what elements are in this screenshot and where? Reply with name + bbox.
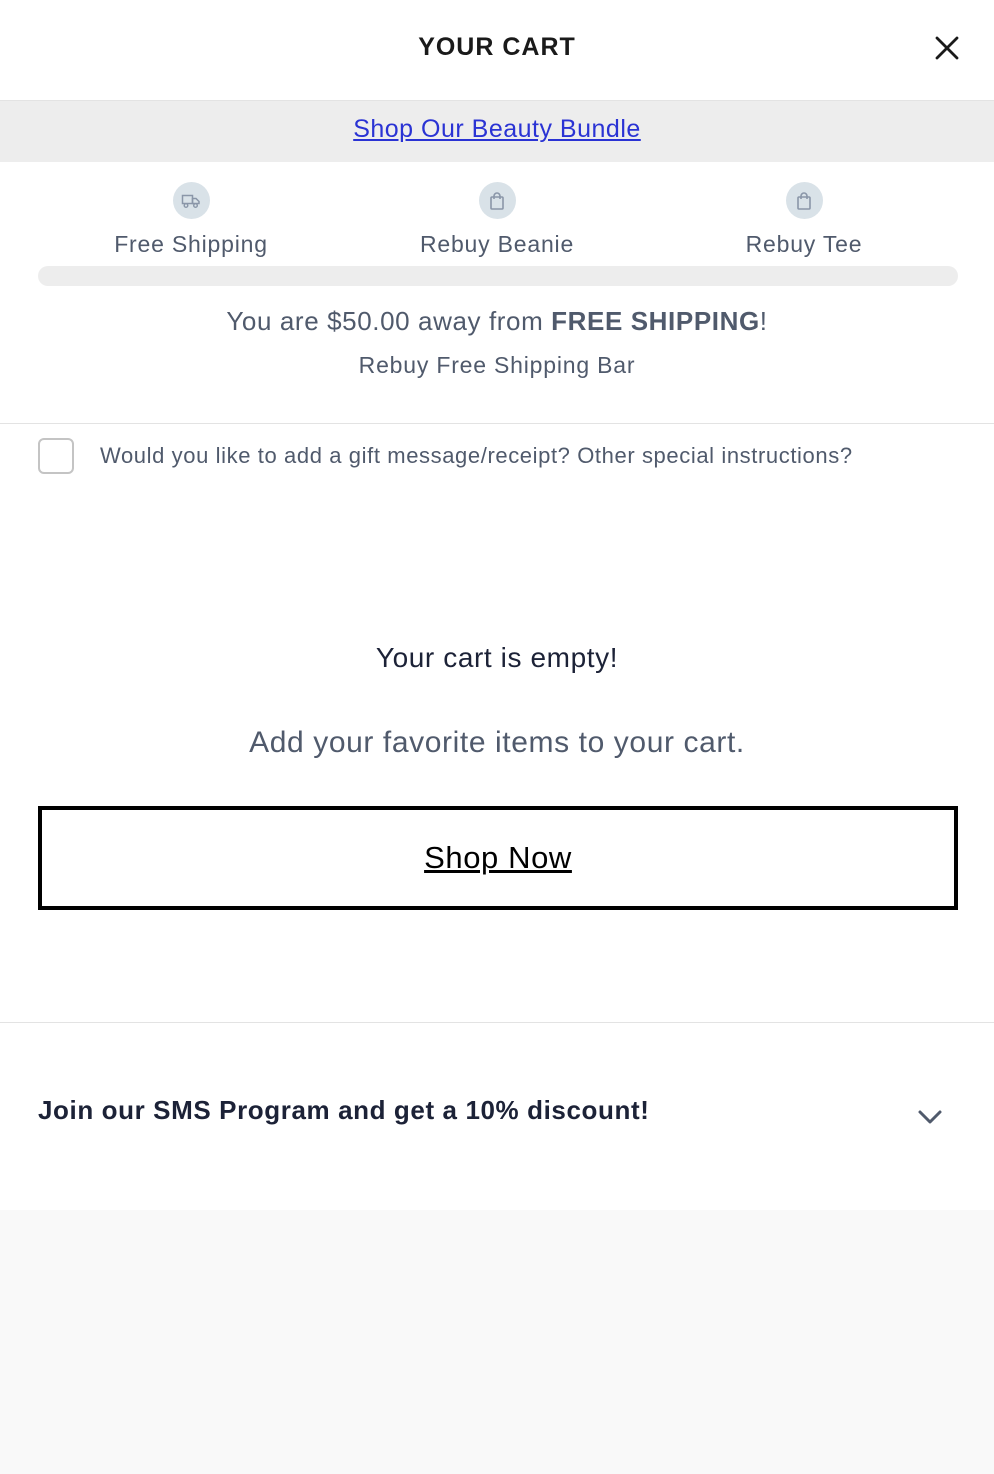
- free-shipping-message: You are $50.00 away from FREE SHIPPING!: [0, 306, 994, 337]
- shop-now-button[interactable]: Shop Now: [38, 806, 958, 910]
- shipping-progress-track: [38, 266, 958, 286]
- tier-rebuy-tee: Rebuy Tee: [674, 182, 934, 258]
- message-suffix: !: [759, 306, 768, 336]
- gift-message-option[interactable]: Would you like to add a gift message/rec…: [38, 438, 853, 474]
- shopping-bag-icon: [785, 182, 823, 219]
- shopping-bag-icon: [478, 182, 516, 219]
- shop-now-label: Shop Now: [424, 840, 572, 875]
- message-bold: FREE SHIPPING: [551, 306, 760, 336]
- message-prefix: You are $50.00 away from: [226, 306, 552, 336]
- chevron-down-icon: [918, 1110, 942, 1124]
- sms-program-accordion[interactable]: Join our SMS Program and get a 10% disco…: [0, 1022, 994, 1210]
- tier-label: Rebuy Tee: [745, 231, 863, 257]
- gift-message-label: Would you like to add a gift message/rec…: [100, 443, 853, 468]
- shipping-bar-subtitle: Rebuy Free Shipping Bar: [358, 352, 636, 378]
- gift-message-checkbox[interactable]: [38, 438, 74, 474]
- sms-program-label: Join our SMS Program and get a 10% disco…: [38, 1095, 650, 1125]
- cart-header: YOUR CART: [0, 0, 994, 101]
- close-button[interactable]: [927, 30, 967, 70]
- cart-title: YOUR CART: [418, 33, 576, 61]
- announcement-bar: Shop Our Beauty Bundle: [0, 101, 994, 162]
- beauty-bundle-link[interactable]: Shop Our Beauty Bundle: [353, 115, 641, 144]
- tier-free-shipping: Free Shipping: [61, 182, 321, 258]
- close-icon: [935, 36, 959, 60]
- truck-icon: [172, 182, 210, 219]
- tiered-progress-bar: Free Shipping Rebuy Beanie Rebuy Tee You…: [0, 162, 994, 424]
- cart-drawer: YOUR CART Shop Our Beauty Bundle Free Sh…: [0, 0, 994, 1474]
- empty-cart-title: Your cart is empty!: [375, 642, 619, 673]
- tier-rebuy-beanie: Rebuy Beanie: [367, 182, 627, 258]
- tier-label: Rebuy Beanie: [419, 231, 575, 257]
- cart-footer: [0, 1210, 994, 1474]
- empty-cart-subtitle: Add your favorite items to your cart.: [249, 726, 745, 759]
- tier-label: Free Shipping: [114, 231, 268, 257]
